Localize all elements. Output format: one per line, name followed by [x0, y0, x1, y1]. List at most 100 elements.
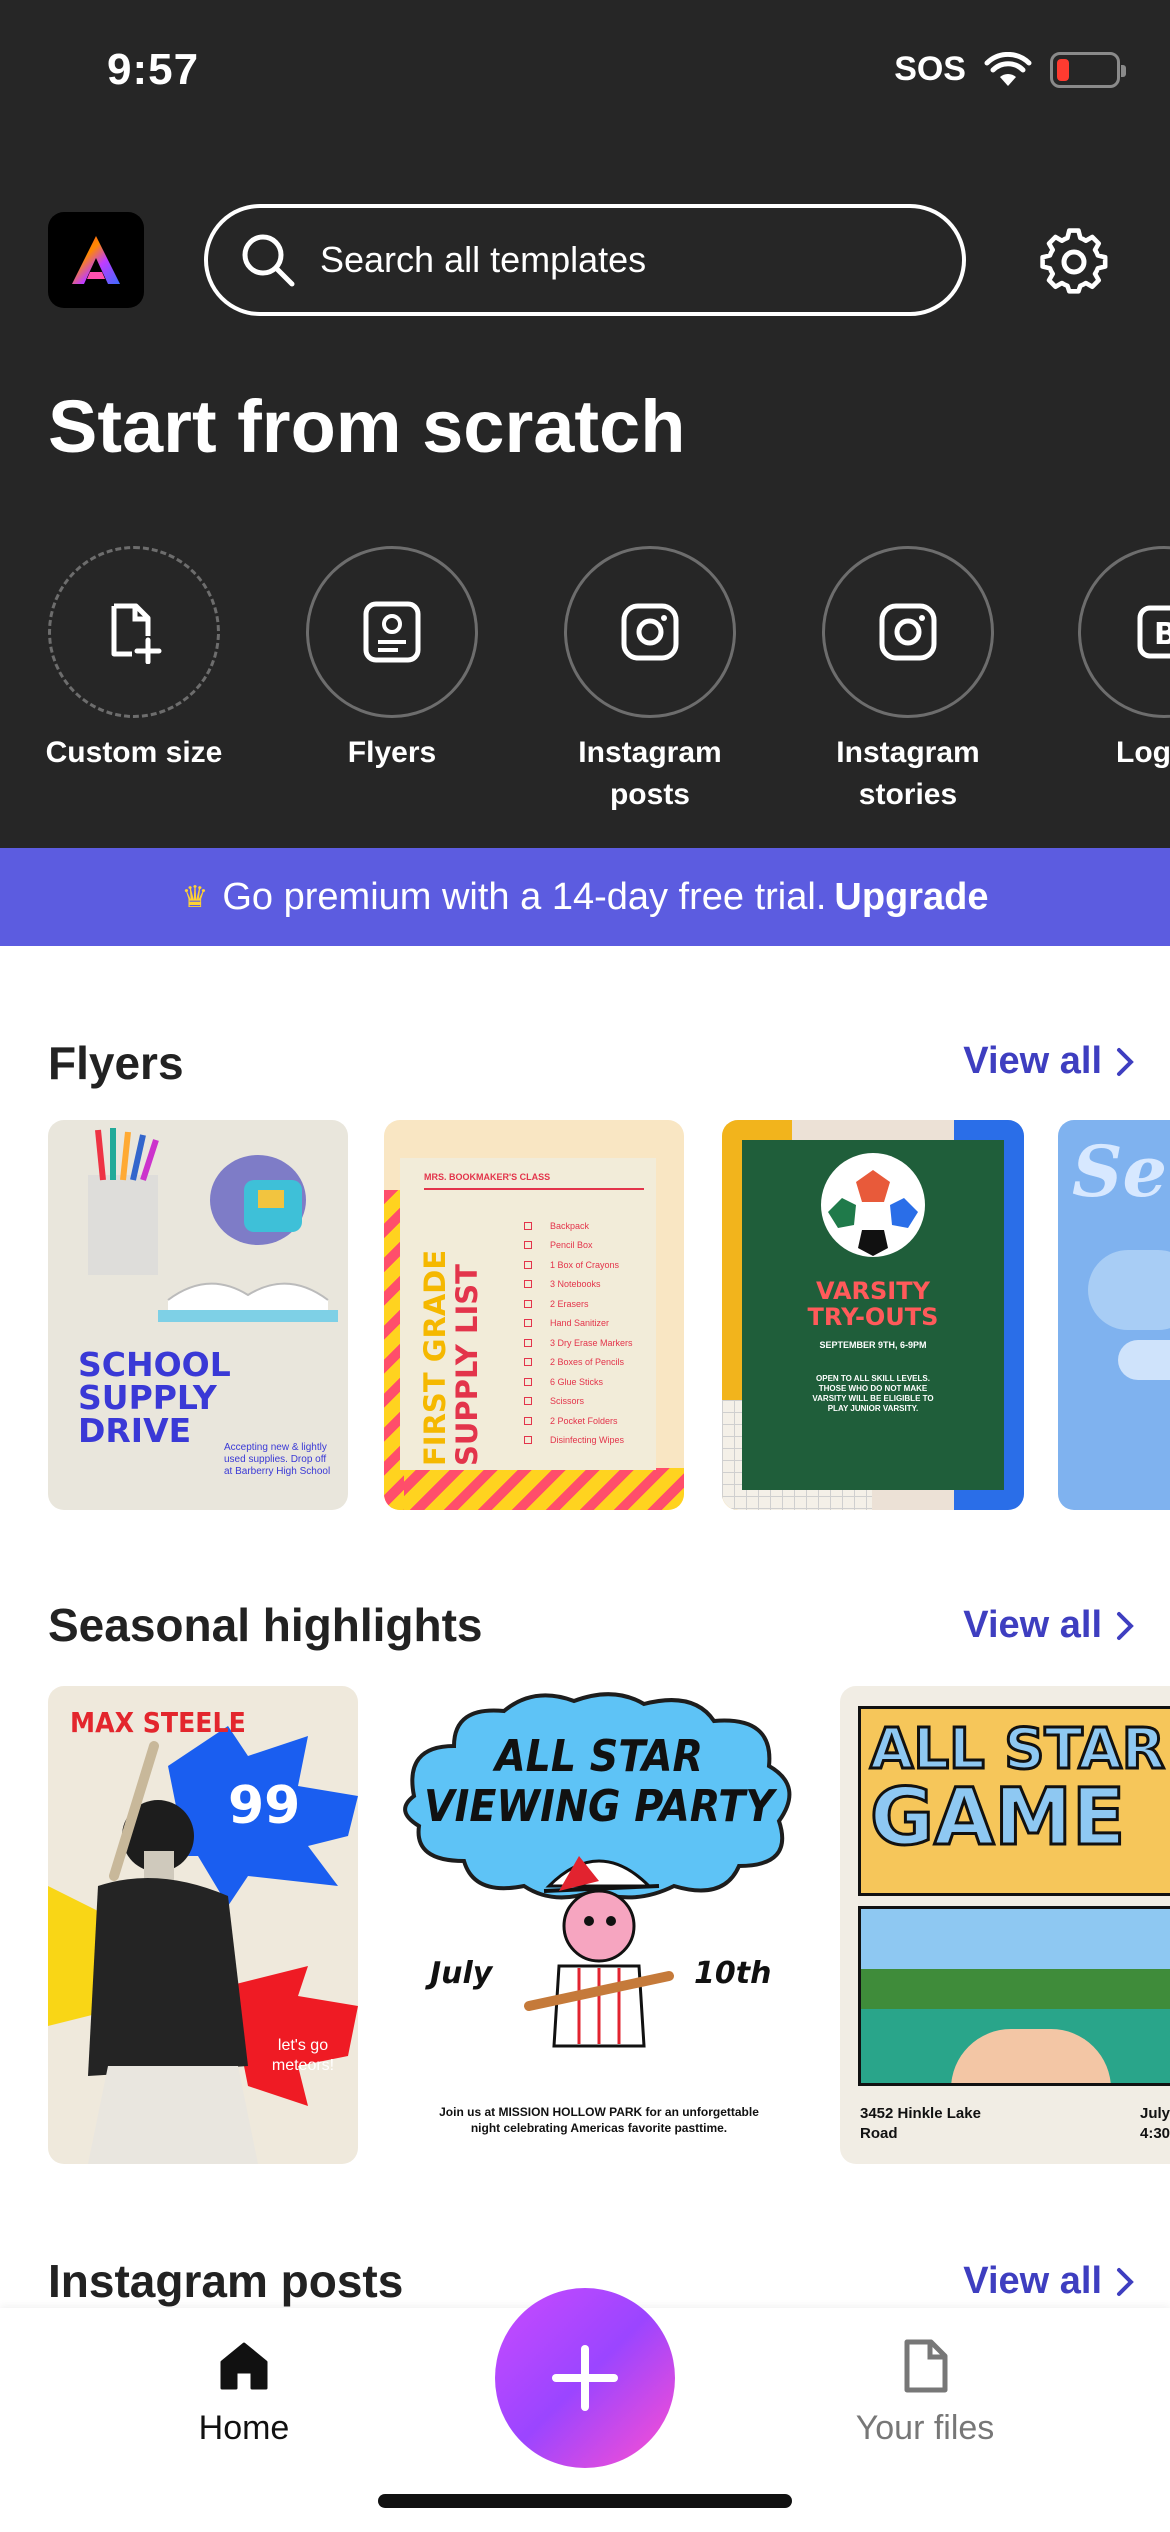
status-icons: SOS	[894, 50, 1126, 89]
wifi-icon	[984, 51, 1032, 86]
flyer1-title: SCHOOL SUPPLY DRIVE	[78, 1348, 231, 1447]
supply-list-item: 2 Erasers	[524, 1294, 633, 1314]
flyer3-desc: OPEN TO ALL SKILL LEVELS. THOSE WHO DO N…	[812, 1374, 934, 1413]
flyers-view-all-link[interactable]: View all	[963, 1040, 1136, 1083]
supply-item-label: 2 Pocket Folders	[550, 1415, 618, 1426]
logo-circle[interactable]: B	[1078, 546, 1170, 718]
circle-label: Log	[1116, 736, 1170, 769]
supply-item-label: Backpack	[550, 1220, 590, 1231]
game-title2: GAME	[869, 1773, 1127, 1863]
supply-item-label: Disinfecting Wipes	[550, 1435, 625, 1446]
upgrade-link[interactable]: Upgrade	[834, 876, 988, 919]
flyer3-title1: VARSITY	[816, 1277, 930, 1305]
instagram-icon	[621, 603, 679, 661]
circle-label: Instagram stories	[836, 736, 980, 811]
game-address: 3452 Hinkle Lake Road	[860, 2105, 981, 2142]
supply-item-label: 2 Erasers	[550, 1298, 589, 1309]
circle-label: Instagram posts	[578, 736, 722, 811]
app-root: 9:57 SOS Search all templates Start from…	[0, 0, 1170, 2532]
party-title1: ALL STAR	[494, 1731, 704, 1782]
flyer1-line3: DRIVE	[78, 1411, 192, 1450]
flyer4-text: Se	[1072, 1130, 1168, 1213]
checkbox-icon	[524, 1377, 532, 1386]
flyers-section-title: Flyers	[48, 1037, 184, 1089]
party-title2: VIEWING PARTY	[424, 1781, 774, 1832]
flyer3-title: VARSITY TRY-OUTS	[722, 1278, 1024, 1330]
flyer-card-partial[interactable]: Se	[1058, 1120, 1170, 1510]
chevron-right-icon	[1117, 1047, 1134, 1076]
scratch-logo[interactable]: B Log	[1066, 546, 1170, 774]
supply-list: Backpack Pencil Box 1 Box of Crayons 3 Note…	[524, 1216, 633, 1450]
scratch-instagram-stories[interactable]: Instagram stories	[808, 546, 1008, 816]
scratch-carousel[interactable]: Custom size Flyers Instagram posts Insta…	[46, 546, 1170, 826]
instagram-stories-circle[interactable]	[822, 546, 994, 718]
flyer2-side1: FIRST GRADE	[418, 1249, 452, 1466]
flyer-card-school-supply[interactable]: SCHOOL SUPPLY DRIVE Accepting new & ligh…	[48, 1120, 348, 1510]
supply-list-item: Disinfecting Wipes	[524, 1431, 633, 1451]
scratch-custom-size[interactable]: Custom size	[34, 546, 234, 774]
status-time: 9:57	[107, 45, 200, 94]
supply-list-item: Hand Sanitizer	[524, 1314, 633, 1334]
crown-icon: ♛	[181, 880, 209, 914]
flyer1-line2: SUPPLY	[78, 1378, 217, 1417]
chevron-right-icon	[1117, 2267, 1134, 2296]
checkbox-icon	[524, 1299, 532, 1308]
view-all-label: View all	[963, 2260, 1102, 2302]
supply-list-item: 1 Box of Crayons	[524, 1255, 633, 1275]
supply-list-item: 6 Glue Sticks	[524, 1372, 633, 1392]
supply-list-item: Backpack	[524, 1216, 633, 1236]
nav-home-label: Home	[198, 2409, 290, 2447]
checkbox-icon	[524, 1397, 532, 1406]
flyer-card-supply-list[interactable]: MRS. BOOKMAKER'S CLASS FIRST GRADE SUPPL…	[384, 1120, 684, 1510]
instagram-posts-circle[interactable]	[564, 546, 736, 718]
file-plus-icon	[111, 603, 162, 664]
supply-item-label: Pencil Box	[550, 1240, 593, 1251]
supply-list-item: 3 Notebooks	[524, 1275, 633, 1295]
seasonal-view-all-link[interactable]: View all	[963, 1604, 1136, 1647]
settings-gear-icon[interactable]	[1038, 226, 1110, 298]
nav-home[interactable]: Home	[184, 2338, 304, 2448]
view-all-label: View all	[963, 1040, 1102, 1082]
game-title: ALL STAR GAME	[869, 1716, 1167, 1863]
instagram-section-title: Instagram posts	[48, 2255, 404, 2307]
file-icon	[904, 2339, 948, 2393]
app-logo[interactable]	[48, 212, 144, 308]
checkbox-icon	[524, 1221, 532, 1230]
supply-list-item: 2 Boxes of Pencils	[524, 1353, 633, 1373]
flyer2-side2: SUPPLY LIST	[450, 1264, 484, 1466]
battery-icon	[1050, 51, 1126, 88]
search-bar[interactable]	[204, 204, 966, 316]
flyer-card-varsity[interactable]: VARSITY TRY-OUTS SEPTEMBER 9TH, 6-9PM OP…	[722, 1120, 1024, 1510]
party-title: ALL STAR VIEWING PARTY	[394, 1732, 804, 1832]
circle-label: Custom size	[45, 736, 223, 769]
scratch-instagram-posts[interactable]: Instagram posts	[550, 546, 750, 816]
checkbox-icon	[524, 1319, 532, 1328]
search-input[interactable]	[320, 239, 920, 281]
player-name: MAX STEELE	[70, 1706, 246, 1739]
player-tag: let's go meteors!	[271, 2037, 335, 2074]
instagram-view-all-link[interactable]: View all	[963, 2260, 1136, 2303]
svg-text:B: B	[1154, 617, 1170, 652]
premium-banner[interactable]: ♛ Go premium with a 14-day free trial. U…	[0, 848, 1170, 946]
nav-your-files[interactable]: Your files	[840, 2338, 1010, 2448]
supply-item-label: 1 Box of Crayons	[550, 1259, 620, 1270]
supply-item-label: 6 Glue Sticks	[550, 1376, 604, 1387]
home-indicator	[378, 2494, 792, 2508]
create-plus-button[interactable]	[495, 2288, 675, 2468]
mascot-illustration	[524, 1856, 674, 2048]
premium-text: Go premium with a 14-day free trial.	[222, 875, 827, 918]
flyer1-line1: SCHOOL	[78, 1345, 231, 1384]
supply-item-label: Hand Sanitizer	[550, 1318, 610, 1329]
supply-item-label: 3 Dry Erase Markers	[550, 1337, 633, 1348]
flyer1-small: Accepting new & lightly used supplies. D…	[224, 1442, 331, 1477]
checkbox-icon	[524, 1241, 532, 1250]
scratch-flyers[interactable]: Flyers	[292, 546, 492, 774]
seasonal-card-max-steele[interactable]: MAX STEELE 99 let's go meteors!	[48, 1686, 358, 2164]
seasonal-card-all-star-game[interactable]: ALL STAR GAME 3452 Hinkle Lake Road July…	[840, 1686, 1170, 2164]
flyers-circle[interactable]	[306, 546, 478, 718]
flyer-icon	[363, 601, 421, 663]
circle-label: Flyers	[347, 736, 437, 769]
checkbox-icon	[524, 1260, 532, 1269]
custom-size-circle[interactable]	[48, 546, 220, 718]
seasonal-card-viewing-party[interactable]: ALL STAR VIEWING PARTY July 10th Join us…	[394, 1686, 804, 2164]
